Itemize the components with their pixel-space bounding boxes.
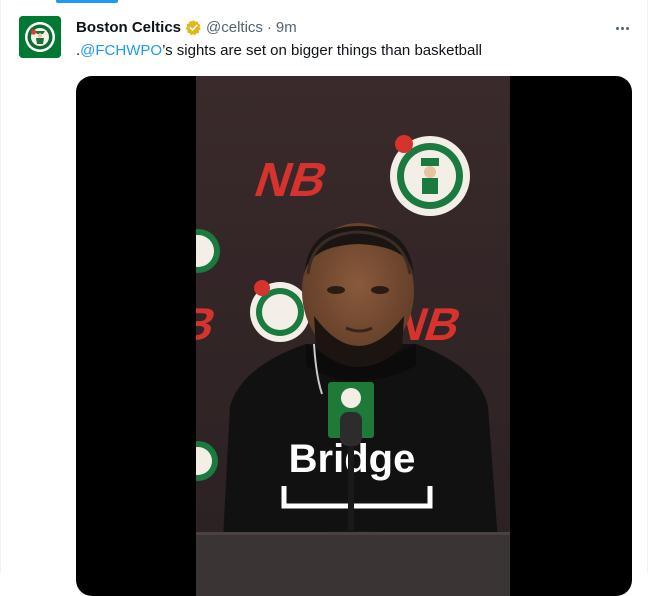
video-frame[interactable]: NB NB B xyxy=(196,76,510,596)
press-conference-video-still: NB NB B xyxy=(196,76,510,596)
author-name[interactable]: Boston Celtics xyxy=(76,19,181,36)
tweet-header: Boston Celtics @celtics · 9m xyxy=(76,17,297,37)
timeline-border-left xyxy=(0,0,1,572)
more-horizontal-icon xyxy=(625,26,629,30)
more-horizontal-icon xyxy=(615,26,619,30)
video-media[interactable]: NB NB B xyxy=(76,76,632,596)
tweet-time[interactable]: 9m xyxy=(276,19,297,36)
more-horizontal-icon xyxy=(620,26,624,30)
celtics-logo-icon xyxy=(19,16,61,58)
more-options-button[interactable] xyxy=(612,18,632,38)
timeline-border-right xyxy=(647,0,648,572)
text-suffix: ’s sights are set on bigger things than … xyxy=(162,42,482,59)
separator-dot: · xyxy=(266,18,272,36)
mention-link[interactable]: @FCHWPO xyxy=(80,42,162,59)
verified-gold-badge-icon[interactable] xyxy=(185,19,202,36)
tweet-text: .@FCHWPO’s sights are set on bigger thin… xyxy=(76,41,482,61)
avatar[interactable] xyxy=(19,16,61,58)
selected-tab-indicator xyxy=(56,0,118,3)
author-handle[interactable]: @celtics xyxy=(206,19,263,36)
podium-table xyxy=(196,532,510,596)
